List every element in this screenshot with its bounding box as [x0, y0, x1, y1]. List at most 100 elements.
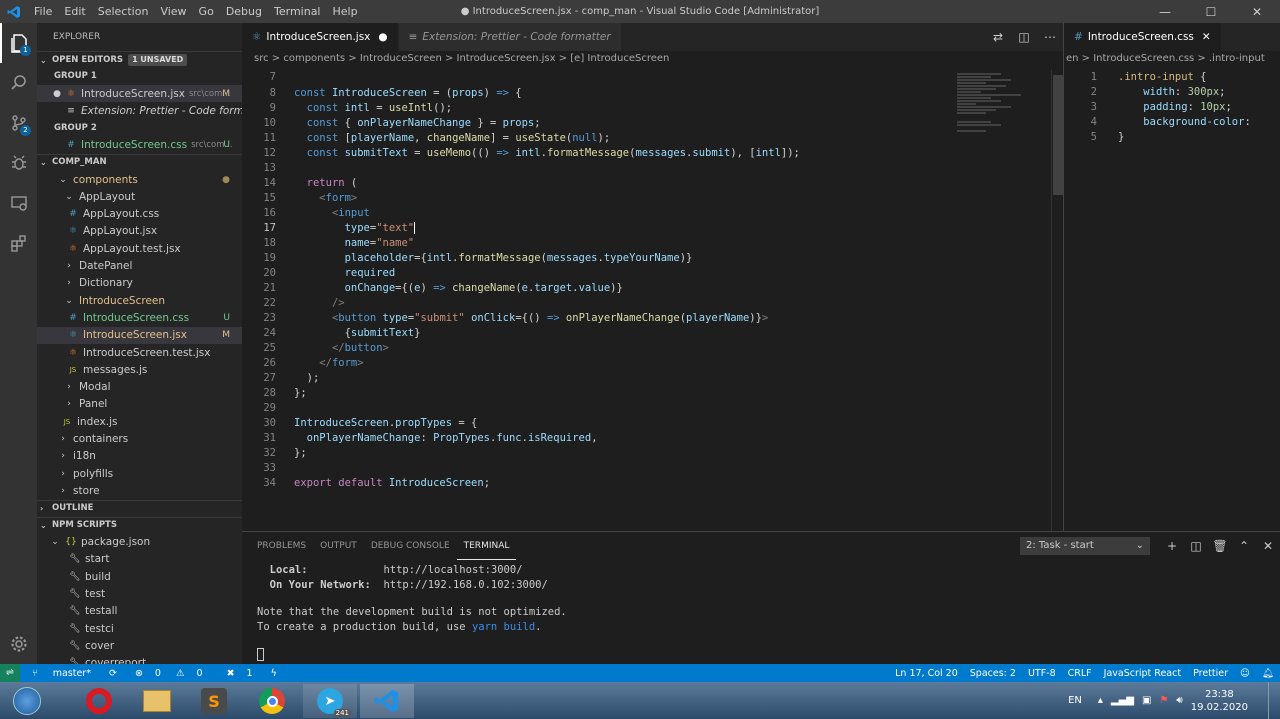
more-actions-icon[interactable]: ⋯: [1037, 30, 1063, 44]
npm-script-coverreport[interactable]: 🔧︎ coverreport: [37, 655, 242, 664]
source-control-icon[interactable]: 2: [0, 103, 37, 143]
tree-folder-applayout[interactable]: ⌄ AppLayout: [37, 188, 242, 205]
open-editor-introducescreen-jsx[interactable]: ● ⚛ IntroduceScreen.jsx src\com... M: [37, 85, 242, 103]
vscode-taskbar-button[interactable]: [360, 684, 414, 718]
split-terminal-icon[interactable]: ◫: [1184, 539, 1208, 553]
line-ending[interactable]: CRLF: [1062, 668, 1098, 679]
close-panel-icon[interactable]: ✕: [1256, 539, 1280, 553]
chrome-taskbar-button[interactable]: [245, 684, 299, 718]
breadcrumb[interactable]: en > IntroduceScreen.css > .intro-input: [1064, 51, 1280, 67]
tree-folder[interactable]: › containers: [37, 430, 242, 447]
language-indicator[interactable]: EN: [1068, 695, 1082, 706]
open-editor-introducescreen-css[interactable]: # IntroduceScreen.css src\com... U: [37, 137, 242, 154]
remote-explorer-icon[interactable]: [0, 183, 37, 223]
npm-script-start[interactable]: 🔧︎ start: [37, 551, 242, 568]
tray-app-icon[interactable]: ▣: [1142, 695, 1151, 706]
terminal-selector[interactable]: 2: Task - start ⌄: [1020, 537, 1150, 555]
tree-folder-components[interactable]: ⌄ components ●: [37, 171, 242, 188]
tab-introducescreen-css[interactable]: # IntroduceScreen.css ✕: [1064, 23, 1222, 51]
search-icon[interactable]: [0, 63, 37, 103]
close-tab-icon[interactable]: ✕: [1202, 31, 1211, 43]
minimap[interactable]: [951, 70, 1051, 530]
npm-script-build[interactable]: 🔧︎ build: [37, 568, 242, 585]
compare-icon[interactable]: ⇄: [985, 30, 1011, 44]
feedback-icon[interactable]: ☺: [1234, 668, 1256, 679]
clock[interactable]: 23:38 19.02.2020: [1191, 688, 1248, 714]
menu-debug[interactable]: Debug: [220, 0, 268, 23]
network-icon[interactable]: ▂▄▆: [1111, 695, 1134, 706]
sync-icon[interactable]: ⟳: [103, 668, 123, 679]
npm-package-json[interactable]: ⌄{} package.json: [37, 534, 242, 551]
tree-file[interactable]: ⚛ AppLayout.jsx: [37, 223, 242, 240]
menu-edit[interactable]: Edit: [58, 0, 91, 23]
cursor-position[interactable]: Ln 17, Col 20: [889, 668, 964, 679]
explorer-icon[interactable]: 1: [0, 23, 37, 63]
show-desktop-button[interactable]: [1268, 682, 1280, 719]
menu-view[interactable]: View: [154, 0, 192, 23]
tree-file[interactable]: JS index.js: [37, 413, 242, 430]
split-editor-icon[interactable]: ◫: [1011, 30, 1037, 44]
tab-introducescreen-jsx[interactable]: ⚛ IntroduceScreen.jsx ●: [242, 23, 399, 51]
tree-folder[interactable]: › Modal: [37, 378, 242, 395]
tab-prettier-extension[interactable]: ≡ Extension: Prettier - Code formatter: [398, 23, 622, 51]
prettier-status[interactable]: Prettier: [1187, 668, 1234, 679]
file-explorer-taskbar-button[interactable]: [130, 684, 184, 718]
debug-icon[interactable]: [0, 143, 37, 183]
tree-folder[interactable]: › DatePanel: [37, 257, 242, 274]
menu-selection[interactable]: Selection: [92, 0, 155, 23]
branch-indicator[interactable]: ⑂ master*: [20, 668, 103, 679]
npm-scripts-header[interactable]: ⌄ NPM SCRIPTS: [37, 516, 242, 534]
close-button[interactable]: ✕: [1234, 0, 1280, 23]
telegram-taskbar-button[interactable]: ➤ 241: [303, 684, 357, 718]
project-header[interactable]: ⌄ COMP_MAN: [37, 153, 242, 171]
tree-folder[interactable]: › store: [37, 482, 242, 499]
encoding[interactable]: UTF-8: [1022, 668, 1062, 679]
tree-file[interactable]: # AppLayout.css: [37, 205, 242, 222]
lightning-icon[interactable]: ϟ: [265, 668, 283, 679]
npm-script-test[interactable]: 🔧︎ test: [37, 585, 242, 602]
tree-folder[interactable]: › polyfills: [37, 465, 242, 482]
breadcrumb[interactable]: src > components > IntroduceScreen > Int…: [242, 51, 1063, 67]
show-hidden-icons[interactable]: ▴: [1098, 695, 1103, 706]
start-button[interactable]: [2, 684, 52, 718]
open-editor-prettier-extension[interactable]: ≡Extension: Prettier - Code formatter: [37, 102, 242, 119]
tree-file[interactable]: ⚛ IntroduceScreen.test.jsx: [37, 344, 242, 361]
tab-output[interactable]: OUTPUT: [313, 532, 364, 560]
npm-script-testci[interactable]: 🔧︎ testci: [37, 620, 242, 637]
tree-folder-introducescreen[interactable]: ⌄ IntroduceScreen: [37, 292, 242, 309]
tree-file[interactable]: ⚛ AppLayout.test.jsx: [37, 240, 242, 257]
problems-indicator[interactable]: ⊗ 0 ⚠ 0: [123, 668, 215, 679]
tab-debug-console[interactable]: DEBUG CONSOLE: [364, 532, 457, 560]
npm-script-cover[interactable]: 🔧︎ cover: [37, 637, 242, 654]
extensions-icon[interactable]: [0, 223, 37, 263]
language-mode[interactable]: JavaScript React: [1098, 668, 1187, 679]
maximize-button[interactable]: ☐: [1188, 0, 1234, 23]
minimize-button[interactable]: —: [1142, 0, 1188, 23]
menu-go[interactable]: Go: [193, 0, 220, 23]
outline-header[interactable]: › OUTLINE: [37, 499, 242, 517]
menu-terminal[interactable]: Terminal: [268, 0, 327, 23]
flag-alert-icon[interactable]: ⚑: [1159, 695, 1168, 706]
tab-terminal[interactable]: TERMINAL: [456, 532, 517, 560]
sublime-text-taskbar-button[interactable]: S: [187, 684, 241, 718]
tree-file-selected[interactable]: ⚛ IntroduceScreen.jsx M: [37, 326, 242, 344]
tree-folder[interactable]: › i18n: [37, 448, 242, 465]
unsaved-dot-icon[interactable]: ●: [378, 31, 387, 43]
trash-icon[interactable]: 🗑︎: [1208, 539, 1232, 553]
open-editors-header[interactable]: ⌄ OPEN EDITORS 1 UNSAVED: [37, 51, 242, 68]
indentation[interactable]: Spaces: 2: [964, 668, 1022, 679]
remote-icon[interactable]: ⇌: [0, 664, 20, 682]
tree-folder[interactable]: › Dictionary: [37, 275, 242, 292]
settings-gear-icon[interactable]: [0, 624, 37, 664]
new-terminal-icon[interactable]: +: [1160, 539, 1184, 553]
notifications-icon[interactable]: 🔔︎: [1256, 668, 1280, 679]
menu-help[interactable]: Help: [327, 0, 364, 23]
menu-file[interactable]: File: [28, 0, 58, 23]
npm-script-testall[interactable]: 🔧︎ testall: [37, 603, 242, 620]
tab-problems[interactable]: PROBLEMS: [250, 532, 313, 560]
scrollbar-thumb[interactable]: [1053, 75, 1063, 195]
vertical-scrollbar[interactable]: [1051, 70, 1063, 531]
tree-file[interactable]: JS messages.js: [37, 361, 242, 378]
maximize-panel-icon[interactable]: ⌃: [1232, 539, 1256, 553]
opera-taskbar-button[interactable]: [72, 684, 126, 718]
